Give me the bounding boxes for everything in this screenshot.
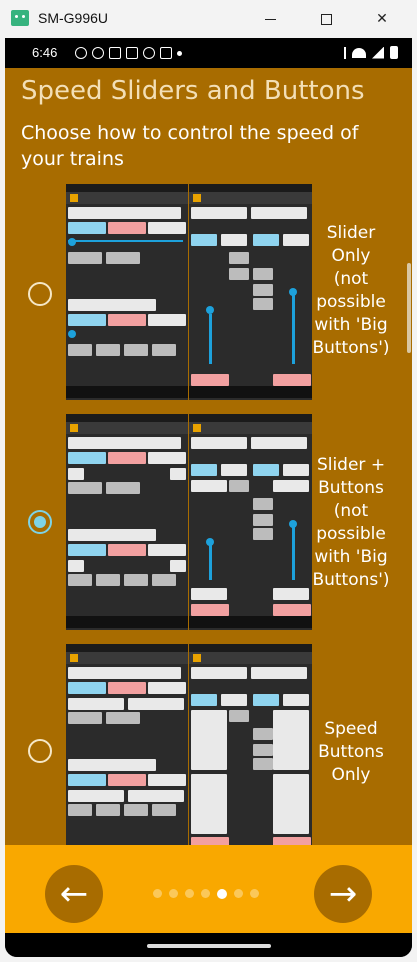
maximize-button[interactable] [306,4,346,34]
slider-only-screenshot-left [66,184,188,400]
page-dot [250,889,259,898]
bluetooth-icon [339,46,346,59]
option-speed-buttons-only-label: Speed Buttons Only [318,719,384,785]
minimize-icon [264,18,276,20]
window-title-bar: SM-G996U ✕ [0,0,417,38]
arrow-right-icon: → [328,874,358,914]
scrollbar[interactable] [407,263,411,353]
bottom-navigation-bar: ← → [5,845,412,933]
phone-screen: 6:46 Speed Sliders and Buttons Choose ho… [5,38,412,957]
close-button[interactable]: ✕ [362,4,402,34]
whatsapp-icon [75,47,87,59]
buttons-only-screenshot-right [189,644,312,845]
window-title: SM-G996U [38,10,109,26]
slider-buttons-screenshot-left [66,414,188,630]
emulator-window: SM-G996U ✕ 6:46 Speed Sliders and Button… [0,0,417,962]
maximize-icon [320,13,332,25]
status-time: 6:46 [32,45,58,60]
wifi-icon [352,47,366,58]
more-notifications-icon [177,51,182,56]
home-gesture-handle[interactable] [147,944,271,948]
buttons-only-screenshot-left [66,644,188,845]
radio-speed-buttons-only[interactable] [28,739,52,763]
page-dot [169,889,178,898]
page-dot [217,889,227,899]
page-dot [201,889,210,898]
notification-icons [75,47,182,59]
gallery-icon [126,47,138,59]
battery-icon [390,46,398,59]
signal-icon [372,46,384,59]
intro-screen: Speed Sliders and Buttons Choose how to … [5,68,412,845]
radio-slider-and-buttons[interactable] [28,510,52,534]
next-button[interactable]: → [314,865,372,923]
minimize-button[interactable] [250,4,290,34]
page-dot [234,889,243,898]
page-dot [185,889,194,898]
messenger-icon [92,47,104,59]
android-icon [11,10,29,26]
page-dot [153,889,162,898]
page-subtitle: Choose how to control the speed of your … [21,122,359,170]
previous-button[interactable]: ← [45,865,103,923]
status-bar: 6:46 [5,38,412,68]
page-indicator [153,889,259,899]
arrow-left-icon: ← [59,874,89,914]
check-icon [143,47,155,59]
system-icons [339,46,398,59]
slider-only-screenshot-right [189,184,312,400]
option-slider-and-buttons-label: Slider + Buttons (not possible with 'Big… [312,455,390,590]
calendar-icon [109,47,121,59]
mail-icon [160,47,172,59]
slider-buttons-screenshot-right [189,414,312,630]
page-title: Speed Sliders and Buttons [21,76,365,106]
option-slider-only-label: Slider Only (not possible with 'Big Butt… [312,223,390,358]
close-icon: ✕ [376,11,388,27]
gesture-bar [5,933,412,957]
radio-slider-only[interactable] [28,282,52,306]
